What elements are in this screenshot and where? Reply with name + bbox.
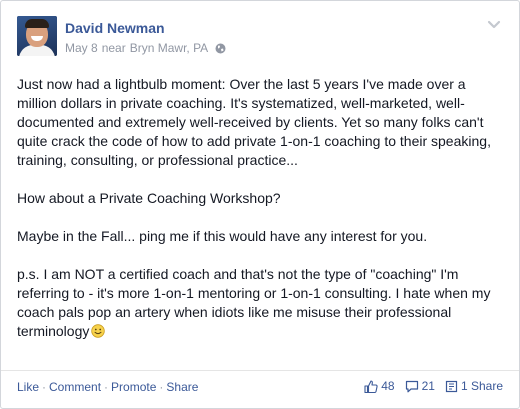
promote-link[interactable]: Promote <box>111 380 156 394</box>
post-location[interactable]: Bryn Mawr, PA <box>130 41 208 55</box>
post-card: David Newman May 8 near Bryn Mawr, PA Ju… <box>0 0 520 409</box>
comments-count-value: 21 <box>421 379 435 393</box>
comments-count[interactable]: 21 <box>405 379 435 393</box>
post-paragraph: Maybe in the Fall... ping me if this wou… <box>17 228 428 244</box>
like-link[interactable]: Like <box>17 380 39 394</box>
share-link[interactable]: Share <box>166 380 198 394</box>
likes-count[interactable]: 48 <box>364 379 395 393</box>
separator: · <box>42 380 47 394</box>
shares-count[interactable]: 1 Share <box>445 379 503 393</box>
post-footer: Like · Comment · Promote · Share 48 21 1… <box>1 370 519 409</box>
separator: · <box>159 380 164 394</box>
thumbs-up-icon <box>364 379 378 393</box>
chevron-down-icon[interactable] <box>487 17 501 29</box>
post-paragraph-last: p.s. I am NOT a certified coach and that… <box>17 265 507 341</box>
likes-count-value: 48 <box>381 379 395 393</box>
post-meta: May 8 near Bryn Mawr, PA <box>65 41 226 55</box>
post-stats: 48 21 1 Share <box>354 379 503 393</box>
globe-icon[interactable] <box>215 43 226 54</box>
separator: · <box>104 380 109 394</box>
post-body: Just now had a lightbulb moment: Over th… <box>17 75 507 360</box>
comment-link[interactable]: Comment <box>49 380 101 394</box>
post-paragraph: p.s. I am NOT a certified coach and that… <box>17 266 491 339</box>
near-label: near <box>101 41 126 55</box>
comment-icon <box>405 380 418 392</box>
post-date[interactable]: May 8 <box>65 41 98 55</box>
avatar[interactable] <box>17 16 57 56</box>
author-name[interactable]: David Newman <box>65 20 165 36</box>
post-actions: Like · Comment · Promote · Share <box>17 380 198 394</box>
share-icon <box>445 380 458 392</box>
shares-count-value: 1 Share <box>460 379 503 393</box>
avatar-hair <box>25 19 49 28</box>
smile-emoji-icon <box>91 324 106 338</box>
post-paragraph: Just now had a lightbulb moment: Over th… <box>17 76 491 168</box>
post-paragraph: How about a Private Coaching Workshop? <box>17 190 281 206</box>
